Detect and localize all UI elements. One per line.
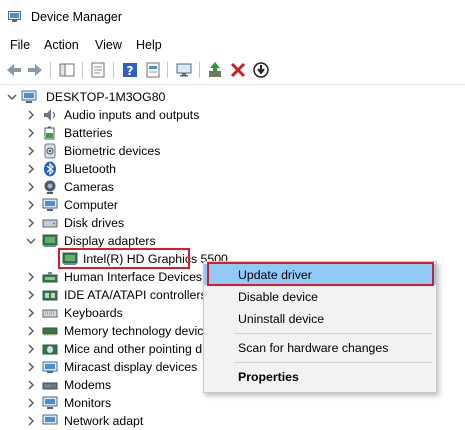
tree-item-label: Audio inputs and outputs [64, 108, 200, 122]
memory-chip-icon [42, 327, 58, 336]
tree-item-label: Network adapt [64, 414, 144, 428]
menu-separator [234, 362, 432, 363]
tree-item-audio[interactable]: Audio inputs and outputs [0, 106, 465, 124]
menu-file[interactable]: File [10, 38, 30, 52]
tree-item-label: Monitors [64, 396, 112, 410]
uninstall-x-icon[interactable] [228, 60, 248, 80]
monitor-icon [42, 396, 58, 409]
expand-chevron-icon[interactable] [26, 416, 36, 426]
expand-chevron-icon[interactable] [26, 110, 36, 120]
collapse-chevron-icon[interactable] [7, 92, 17, 102]
menu-help[interactable]: Help [136, 38, 162, 52]
svg-text:?: ? [127, 64, 134, 78]
tree-item-label: Biometric devices [64, 144, 161, 158]
disk-drive-icon [42, 219, 58, 228]
tree-item-bluetooth[interactable]: Bluetooth [0, 160, 465, 178]
menu-item-label: Disable device [238, 290, 318, 304]
tree-item-biometric[interactable]: Biometric devices [0, 142, 465, 160]
tree-root-label: DESKTOP-1M3OG80 [46, 90, 166, 104]
menu-bar: File Action View Help [0, 34, 465, 56]
tree-item-label: Bluetooth [64, 162, 116, 176]
tree-item-label: Batteries [64, 126, 113, 140]
tree-item-label: Miracast display devices [64, 360, 198, 374]
show-hide-tree-icon[interactable] [57, 60, 77, 80]
hid-icon [42, 272, 58, 283]
menu-item-label: Properties [238, 370, 299, 384]
expand-chevron-icon[interactable] [26, 128, 36, 138]
tree-item-monitors[interactable]: Monitors [0, 394, 465, 412]
monitor-scan-icon[interactable] [174, 60, 194, 80]
expand-chevron-icon[interactable] [26, 182, 36, 192]
disable-device-icon[interactable] [251, 60, 271, 80]
properties-sheet-icon[interactable] [88, 60, 108, 80]
collapse-chevron-icon[interactable] [26, 236, 36, 246]
tree-item-label: Disk drives [64, 216, 125, 230]
mouse-icon [42, 344, 58, 355]
ide-controller-icon [42, 290, 58, 301]
miracast-icon [42, 361, 58, 373]
expand-chevron-icon[interactable] [26, 146, 36, 156]
tree-root[interactable]: DESKTOP-1M3OG80 [0, 88, 465, 106]
menu-properties[interactable]: Properties [204, 366, 436, 387]
expand-chevron-icon[interactable] [26, 362, 36, 372]
tree-item-batteries[interactable]: Batteries [0, 124, 465, 142]
expand-chevron-icon[interactable] [26, 344, 36, 354]
computer-icon [42, 198, 58, 211]
tree-item-label: Memory technology devic [64, 324, 204, 338]
menu-view[interactable]: View [95, 38, 122, 52]
device-manager-icon [8, 11, 21, 22]
tree-item-label: Keyboards [64, 306, 123, 320]
tree-item-network-adapters[interactable]: Network adapt [0, 412, 465, 430]
expand-chevron-icon[interactable] [26, 290, 36, 300]
expand-chevron-icon[interactable] [26, 308, 36, 318]
tree-item-label: Display adapters [64, 234, 156, 248]
menu-uninstall-device[interactable]: Uninstall device [204, 308, 436, 329]
tree-item-label: Modems [64, 378, 112, 392]
menu-action[interactable]: Action [44, 38, 79, 52]
computer-icon [21, 90, 37, 103]
window-title: Device Manager [31, 10, 123, 24]
speaker-icon [44, 109, 56, 121]
tree-item-cameras[interactable]: Cameras [0, 178, 465, 196]
keyboard-icon [42, 309, 58, 318]
menu-disable-device[interactable]: Disable device [204, 286, 436, 307]
expand-chevron-icon[interactable] [26, 326, 36, 336]
tree-item-label: IDE ATA/ATAPI controllers [64, 288, 207, 302]
update-driver-highlight [207, 262, 434, 286]
update-driver-icon[interactable] [205, 60, 225, 80]
forward-arrow-icon[interactable] [25, 60, 45, 80]
expand-chevron-icon[interactable] [26, 164, 36, 174]
camera-icon [44, 180, 56, 194]
tree-item-label: Cameras [64, 180, 114, 194]
tree-item-disk-drives[interactable]: Disk drives [0, 214, 465, 232]
expand-chevron-icon[interactable] [26, 218, 36, 228]
menu-separator [234, 333, 432, 334]
display-adapter-icon [42, 234, 58, 247]
menu-item-label: Uninstall device [238, 312, 325, 326]
selected-device-highlight [58, 248, 190, 269]
expand-chevron-icon[interactable] [26, 398, 36, 408]
tree-item-label: Mice and other pointing d [64, 342, 203, 356]
tree-item-label: Computer [64, 198, 118, 212]
expand-chevron-icon[interactable] [26, 272, 36, 282]
bluetooth-icon [44, 161, 56, 177]
battery-icon [44, 126, 55, 140]
toolbar: ? [0, 56, 465, 85]
menu-scan-hardware[interactable]: Scan for hardware changes [204, 337, 436, 358]
tree-item-computer[interactable]: Computer [0, 196, 465, 214]
network-adapter-icon [42, 414, 58, 425]
help-icon[interactable]: ? [120, 60, 140, 80]
back-arrow-icon[interactable] [4, 60, 24, 80]
title-bar: Device Manager [0, 0, 465, 34]
modem-icon [42, 382, 58, 390]
tree-item-label: Human Interface Devices [64, 270, 203, 284]
biometric-icon [44, 143, 56, 159]
expand-chevron-icon[interactable] [26, 200, 36, 210]
menu-item-label: Scan for hardware changes [238, 341, 389, 355]
action-sheet-icon[interactable] [143, 60, 163, 80]
expand-chevron-icon[interactable] [26, 380, 36, 390]
